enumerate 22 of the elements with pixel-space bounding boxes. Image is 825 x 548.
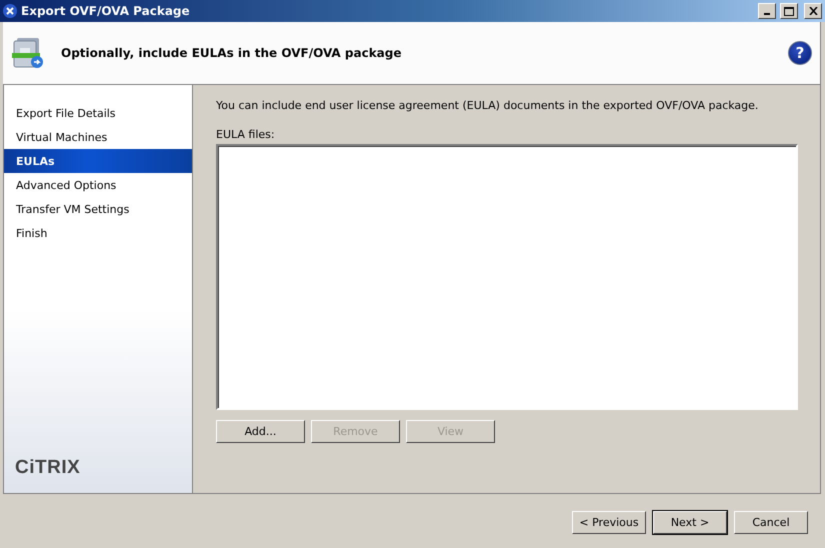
app-icon	[3, 4, 17, 18]
list-label: EULA files:	[216, 128, 276, 141]
logo: CiTRIX	[15, 457, 82, 479]
sidebar-item[interactable]: EULAs	[4, 149, 192, 173]
sidebar-item[interactable]: Transfer VM Settings	[4, 197, 192, 221]
sidebar-item[interactable]: Advanced Options	[4, 173, 192, 197]
sidebar-item[interactable]: Finish	[4, 221, 192, 245]
sidebar-item[interactable]: Virtual Machines	[4, 125, 192, 149]
maximize-icon	[784, 6, 794, 16]
window-title: Export OVF/OVA Package	[21, 4, 191, 18]
close-button[interactable]	[804, 3, 822, 19]
description-text: You can include end user license agreement (EULA) documents in the exported OVF/OVA package.	[216, 99, 760, 112]
close-icon	[808, 7, 818, 15]
nav-button[interactable]: Next >	[653, 510, 727, 534]
minimize-button[interactable]	[758, 3, 776, 19]
page-title: Optionally, include EULAs in the OVF/OVA package	[61, 46, 403, 60]
nav-button[interactable]: Cancel	[734, 510, 808, 534]
action-button[interactable]: Add...	[216, 420, 305, 443]
nav-button[interactable]: < Previous	[572, 510, 646, 534]
maximize-button[interactable]	[780, 3, 798, 19]
sidebar-item[interactable]: Export File Details	[4, 101, 192, 125]
help-button[interactable]: ?	[788, 41, 812, 65]
